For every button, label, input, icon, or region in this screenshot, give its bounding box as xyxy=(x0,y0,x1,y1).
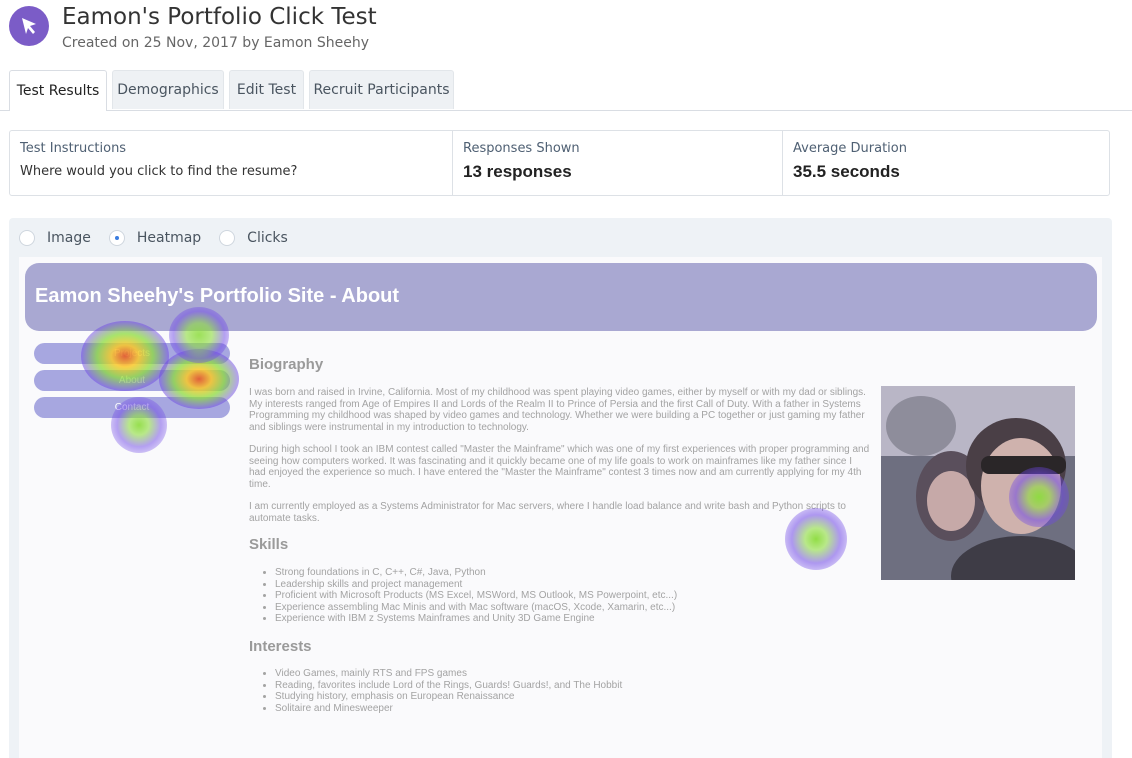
site-interest-item: Studying history, emphasis on European R… xyxy=(275,691,622,703)
site-interest-item: Reading, favorites include Lord of the R… xyxy=(275,680,622,692)
tab-demographics[interactable]: Demographics xyxy=(112,70,224,109)
site-bio-paragraph-2: During high school I took an IBM contest… xyxy=(249,444,870,490)
page-title: Eamon's Portfolio Click Test xyxy=(62,4,377,30)
site-heading-biography: Biography xyxy=(249,356,324,373)
responses-shown: Responses Shown 13 responses xyxy=(452,131,782,195)
test-instructions-value: Where would you click to find the resume… xyxy=(20,164,298,179)
site-profile-photo xyxy=(881,386,1075,580)
page-subtitle: Created on 25 Nov, 2017 by Eamon Sheehy xyxy=(62,35,370,51)
site-interest-item: Video Games, mainly RTS and FPS games xyxy=(275,668,622,680)
radio-heatmap[interactable] xyxy=(108,230,125,246)
test-screenshot: Eamon Sheehy's Portfolio Site - About Pr… xyxy=(19,257,1102,758)
site-skill-item: Proficient with Microsoft Products (MS E… xyxy=(275,590,677,602)
average-duration: Average Duration 35.5 seconds xyxy=(782,131,1109,195)
site-heading-interests: Interests xyxy=(249,638,312,655)
test-summary-card: Test Instructions Where would you click … xyxy=(9,130,1110,196)
site-skill-item: Strong foundations in C, C++, C#, Java, … xyxy=(275,567,677,579)
test-instructions-label: Test Instructions xyxy=(20,141,127,156)
site-skill-item: Experience with IBM z Systems Mainframes… xyxy=(275,613,677,625)
site-nav-contact: Contact xyxy=(34,397,230,418)
view-mode-clicks[interactable]: Clicks xyxy=(219,230,288,246)
average-duration-label: Average Duration xyxy=(793,141,907,156)
tab-bar: Test Results Demographics Edit Test Recr… xyxy=(0,70,1132,111)
view-mode-selector: Image Heatmap Clicks xyxy=(19,228,306,248)
site-banner: Eamon Sheehy's Portfolio Site - About xyxy=(25,263,1097,331)
site-skill-item: Experience assembling Mac Minis and with… xyxy=(275,602,677,614)
result-viewer: Image Heatmap Clicks Eamon Sheehy's Port… xyxy=(9,218,1112,758)
responses-shown-label: Responses Shown xyxy=(463,141,580,156)
average-duration-value: 35.5 seconds xyxy=(793,162,900,181)
cursor-arrow-icon xyxy=(22,18,36,34)
view-mode-heatmap-label: Heatmap xyxy=(136,230,202,246)
site-skill-item: Leadership skills and project management xyxy=(275,579,677,591)
view-mode-heatmap[interactable]: Heatmap xyxy=(108,230,202,246)
tab-edit-test[interactable]: Edit Test xyxy=(229,70,304,109)
site-skills-list: Strong foundations in C, C++, C#, Java, … xyxy=(259,567,677,625)
app-logo xyxy=(9,6,49,46)
site-bio-paragraph-1: I was born and raised in Irvine, Califor… xyxy=(249,387,866,433)
site-bio-paragraph-3: I am currently employed as a Systems Adm… xyxy=(249,501,846,524)
site-interest-item: Solitaire and Minesweeper xyxy=(275,703,622,715)
radio-clicks[interactable] xyxy=(219,230,236,246)
responses-shown-value: 13 responses xyxy=(463,162,572,181)
view-mode-image-label: Image xyxy=(47,230,91,246)
site-nav-projects: Projects xyxy=(34,343,230,364)
tab-recruit-participants[interactable]: Recruit Participants xyxy=(309,70,454,109)
view-mode-image[interactable]: Image xyxy=(19,230,91,246)
view-mode-clicks-label: Clicks xyxy=(247,230,288,246)
site-nav-about: About xyxy=(34,370,230,391)
site-title: Eamon Sheehy's Portfolio Site - About xyxy=(35,285,400,307)
site-interests-list: Video Games, mainly RTS and FPS games Re… xyxy=(259,668,622,714)
test-instructions: Test Instructions Where would you click … xyxy=(10,131,452,195)
tab-test-results[interactable]: Test Results xyxy=(9,70,107,111)
radio-image[interactable] xyxy=(19,230,35,246)
site-heading-skills: Skills xyxy=(249,536,289,553)
